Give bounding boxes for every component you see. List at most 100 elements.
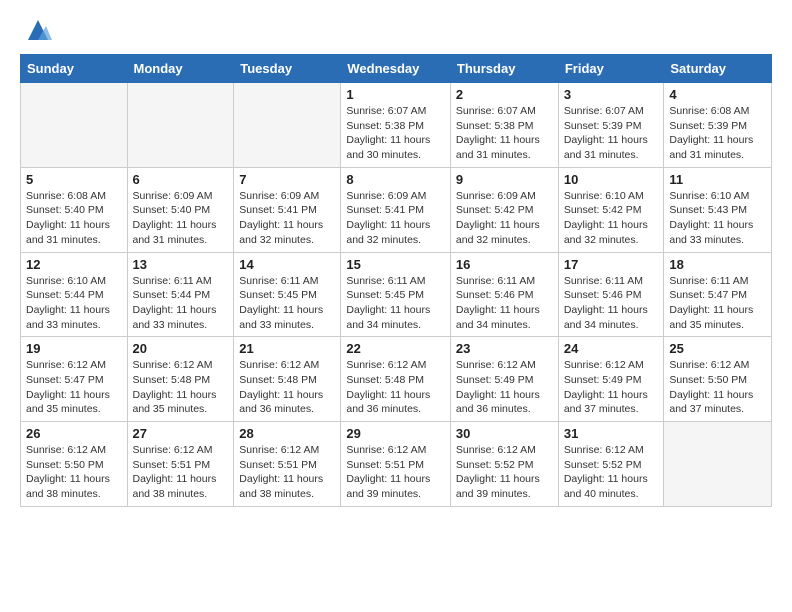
calendar-cell: 8 Sunrise: 6:09 AMSunset: 5:41 PMDaylight… [341, 167, 451, 252]
day-number: 4 [669, 87, 766, 102]
day-number: 9 [456, 172, 553, 187]
day-info: Sunrise: 6:12 AMSunset: 5:48 PMDaylight:… [133, 358, 229, 417]
day-info: Sunrise: 6:09 AMSunset: 5:41 PMDaylight:… [346, 189, 445, 248]
calendar-cell: 17Sunrise: 6:11 AMSunset: 5:46 PMDayligh… [558, 252, 664, 337]
calendar-cell: 28Sunrise: 6:12 AMSunset: 5:51 PMDayligh… [234, 422, 341, 507]
day-number: 16 [456, 257, 553, 272]
day-number: 2 [456, 87, 553, 102]
day-info: Sunrise: 6:12 AMSunset: 5:50 PMDaylight:… [26, 443, 122, 502]
calendar-cell: 20 Sunrise: 6:12 AMSunset: 5:48 PMDayligh… [127, 337, 234, 422]
calendar-cell: 31Sunrise: 6:12 AMSunset: 5:52 PMDayligh… [558, 422, 664, 507]
day-info: Sunrise: 6:12 AMSunset: 5:49 PMDaylight:… [456, 358, 553, 417]
weekday-header-thursday: Thursday [450, 55, 558, 83]
day-number: 1 [346, 87, 445, 102]
day-info: Sunrise: 6:09 AMSunset: 5:41 PMDaylight:… [239, 189, 335, 248]
calendar-cell [234, 83, 341, 168]
calendar-cell: 7 Sunrise: 6:09 AMSunset: 5:41 PMDaylight… [234, 167, 341, 252]
day-number: 25 [669, 341, 766, 356]
calendar-cell: 16 Sunrise: 6:11 AMSunset: 5:46 PMDayligh… [450, 252, 558, 337]
day-info: Sunrise: 6:11 AMSunset: 5:44 PMDaylight:… [133, 274, 229, 333]
calendar-cell: 2 Sunrise: 6:07 AMSunset: 5:38 PMDaylight… [450, 83, 558, 168]
calendar-cell: 21 Sunrise: 6:12 AMSunset: 5:48 PMDayligh… [234, 337, 341, 422]
calendar-week-3: 12Sunrise: 6:10 AMSunset: 5:44 PMDayligh… [21, 252, 772, 337]
day-number: 17 [564, 257, 659, 272]
day-info: Sunrise: 6:12 AMSunset: 5:49 PMDaylight:… [564, 358, 659, 417]
calendar-cell: 4Sunrise: 6:08 AMSunset: 5:39 PMDaylight… [664, 83, 772, 168]
day-info: Sunrise: 6:12 AMSunset: 5:47 PMDaylight:… [26, 358, 122, 417]
calendar-cell: 23 Sunrise: 6:12 AMSunset: 5:49 PMDayligh… [450, 337, 558, 422]
calendar-cell: 18 Sunrise: 6:11 AMSunset: 5:47 PMDayligh… [664, 252, 772, 337]
calendar-cell [21, 83, 128, 168]
day-number: 31 [564, 426, 659, 441]
weekday-header-sunday: Sunday [21, 55, 128, 83]
day-number: 14 [239, 257, 335, 272]
day-number: 3 [564, 87, 659, 102]
day-number: 23 [456, 341, 553, 356]
day-info: Sunrise: 6:12 AMSunset: 5:50 PMDaylight:… [669, 358, 766, 417]
calendar-cell: 24 Sunrise: 6:12 AMSunset: 5:49 PMDayligh… [558, 337, 664, 422]
day-number: 10 [564, 172, 659, 187]
day-number: 15 [346, 257, 445, 272]
day-info: Sunrise: 6:07 AMSunset: 5:38 PMDaylight:… [346, 104, 445, 163]
calendar-week-5: 26 Sunrise: 6:12 AMSunset: 5:50 PMDayligh… [21, 422, 772, 507]
calendar-cell: 10 Sunrise: 6:10 AMSunset: 5:42 PMDayligh… [558, 167, 664, 252]
day-number: 29 [346, 426, 445, 441]
day-number: 21 [239, 341, 335, 356]
day-number: 7 [239, 172, 335, 187]
day-number: 19 [26, 341, 122, 356]
day-number: 30 [456, 426, 553, 441]
weekday-header-wednesday: Wednesday [341, 55, 451, 83]
day-number: 27 [133, 426, 229, 441]
calendar-cell: 15Sunrise: 6:11 AMSunset: 5:45 PMDayligh… [341, 252, 451, 337]
day-number: 18 [669, 257, 766, 272]
calendar-table: SundayMondayTuesdayWednesdayThursdayFrid… [20, 54, 772, 507]
day-info: Sunrise: 6:12 AMSunset: 5:51 PMDaylight:… [239, 443, 335, 502]
day-info: Sunrise: 6:10 AMSunset: 5:43 PMDaylight:… [669, 189, 766, 248]
calendar-cell: 5 Sunrise: 6:08 AMSunset: 5:40 PMDaylight… [21, 167, 128, 252]
day-info: Sunrise: 6:08 AMSunset: 5:40 PMDaylight:… [26, 189, 122, 248]
calendar-cell: 14Sunrise: 6:11 AMSunset: 5:45 PMDayligh… [234, 252, 341, 337]
day-number: 22 [346, 341, 445, 356]
weekday-header-saturday: Saturday [664, 55, 772, 83]
calendar-cell: 22 Sunrise: 6:12 AMSunset: 5:48 PMDayligh… [341, 337, 451, 422]
calendar-cell: 29 Sunrise: 6:12 AMSunset: 5:51 PMDayligh… [341, 422, 451, 507]
header [20, 16, 772, 44]
calendar-cell: 12Sunrise: 6:10 AMSunset: 5:44 PMDayligh… [21, 252, 128, 337]
day-info: Sunrise: 6:09 AMSunset: 5:40 PMDaylight:… [133, 189, 229, 248]
day-info: Sunrise: 6:12 AMSunset: 5:48 PMDaylight:… [239, 358, 335, 417]
calendar-cell: 26 Sunrise: 6:12 AMSunset: 5:50 PMDayligh… [21, 422, 128, 507]
calendar-week-1: 1 Sunrise: 6:07 AMSunset: 5:38 PMDaylight… [21, 83, 772, 168]
day-info: Sunrise: 6:12 AMSunset: 5:51 PMDaylight:… [133, 443, 229, 502]
calendar-cell: 1 Sunrise: 6:07 AMSunset: 5:38 PMDaylight… [341, 83, 451, 168]
calendar-cell [664, 422, 772, 507]
day-number: 12 [26, 257, 122, 272]
calendar-cell [127, 83, 234, 168]
day-info: Sunrise: 6:11 AMSunset: 5:47 PMDaylight:… [669, 274, 766, 333]
day-info: Sunrise: 6:09 AMSunset: 5:42 PMDaylight:… [456, 189, 553, 248]
day-number: 26 [26, 426, 122, 441]
calendar-cell: 13Sunrise: 6:11 AMSunset: 5:44 PMDayligh… [127, 252, 234, 337]
calendar-cell: 11Sunrise: 6:10 AMSunset: 5:43 PMDayligh… [664, 167, 772, 252]
day-number: 24 [564, 341, 659, 356]
calendar-cell: 25 Sunrise: 6:12 AMSunset: 5:50 PMDayligh… [664, 337, 772, 422]
calendar-cell: 3 Sunrise: 6:07 AMSunset: 5:39 PMDaylight… [558, 83, 664, 168]
day-info: Sunrise: 6:12 AMSunset: 5:48 PMDaylight:… [346, 358, 445, 417]
day-number: 8 [346, 172, 445, 187]
day-info: Sunrise: 6:11 AMSunset: 5:46 PMDaylight:… [456, 274, 553, 333]
day-info: Sunrise: 6:10 AMSunset: 5:42 PMDaylight:… [564, 189, 659, 248]
logo [20, 16, 52, 44]
logo-icon [24, 16, 52, 44]
day-info: Sunrise: 6:12 AMSunset: 5:52 PMDaylight:… [456, 443, 553, 502]
day-number: 5 [26, 172, 122, 187]
calendar-week-4: 19 Sunrise: 6:12 AMSunset: 5:47 PMDayligh… [21, 337, 772, 422]
weekday-header-tuesday: Tuesday [234, 55, 341, 83]
day-info: Sunrise: 6:07 AMSunset: 5:38 PMDaylight:… [456, 104, 553, 163]
page: SundayMondayTuesdayWednesdayThursdayFrid… [0, 0, 792, 612]
day-number: 20 [133, 341, 229, 356]
day-number: 6 [133, 172, 229, 187]
day-info: Sunrise: 6:07 AMSunset: 5:39 PMDaylight:… [564, 104, 659, 163]
weekday-header-monday: Monday [127, 55, 234, 83]
weekday-header-friday: Friday [558, 55, 664, 83]
calendar-cell: 30 Sunrise: 6:12 AMSunset: 5:52 PMDayligh… [450, 422, 558, 507]
day-info: Sunrise: 6:12 AMSunset: 5:51 PMDaylight:… [346, 443, 445, 502]
